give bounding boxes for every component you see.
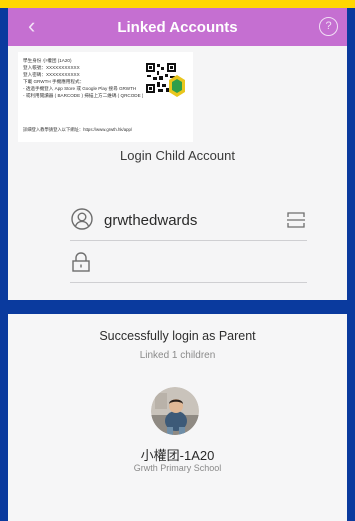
navbar: ‹ Linked Accounts ? bbox=[8, 8, 347, 46]
flyer-footer-line: 詳細登入教學請登入以下網址：https://www.grwth.hk/app/ bbox=[23, 127, 133, 132]
school-name: Grwth Primary School bbox=[133, 463, 222, 473]
login-child-title: Login Child Account bbox=[120, 148, 235, 163]
lock-icon bbox=[72, 252, 90, 272]
page-title: Linked Accounts bbox=[117, 19, 238, 36]
flyer-line: 登入密碼：XXXXXXXXXXX bbox=[23, 71, 80, 77]
link-account-screen: ‹ Linked Accounts ? 學生身份 小權团 (1A20) 登入帳號… bbox=[8, 8, 347, 300]
flyer-text: 學生身份 小權团 (1A20) 登入帳號：XXXXXXXXXXX 登入密碼：XX… bbox=[23, 58, 143, 99]
link-success-screen: Successfully login as Parent Linked 1 ch… bbox=[8, 314, 347, 521]
linked-count: Linked 1 children bbox=[139, 350, 216, 361]
success-title: Successfully login as Parent bbox=[99, 329, 256, 343]
user-circle-icon bbox=[71, 208, 93, 230]
flyer-line: - 或利用閱讀器 ( BARCODE ) 掃描上方二維碼 ( QRCODE ) bbox=[23, 92, 143, 98]
grwth-logo-icon bbox=[169, 75, 185, 97]
password-field[interactable] bbox=[70, 240, 307, 283]
scan-icon[interactable] bbox=[287, 212, 305, 228]
username-input[interactable]: grwthedwards bbox=[104, 212, 197, 229]
top-accent-strip bbox=[0, 0, 355, 8]
child-name: 小權团-1A20 bbox=[140, 448, 215, 463]
child-avatar-icon[interactable] bbox=[151, 387, 199, 435]
flyer-line: 學生身份 小權团 (1A20) bbox=[23, 58, 72, 63]
flyer-line: 下載 GRWTH 手機應用程式： bbox=[23, 78, 85, 84]
help-question-icon[interactable]: ? bbox=[319, 17, 338, 36]
username-field[interactable]: grwthedwards bbox=[70, 198, 307, 241]
account-info-flyer: 學生身份 小權团 (1A20) 登入帳號：XXXXXXXXXXX 登入密碼：XX… bbox=[18, 52, 193, 142]
flyer-line: - 透過手機登入 App Store 或 Google Play 搜尋 GRWT… bbox=[23, 85, 137, 91]
flyer-line: 登入帳號：XXXXXXXXXXX bbox=[23, 64, 80, 70]
